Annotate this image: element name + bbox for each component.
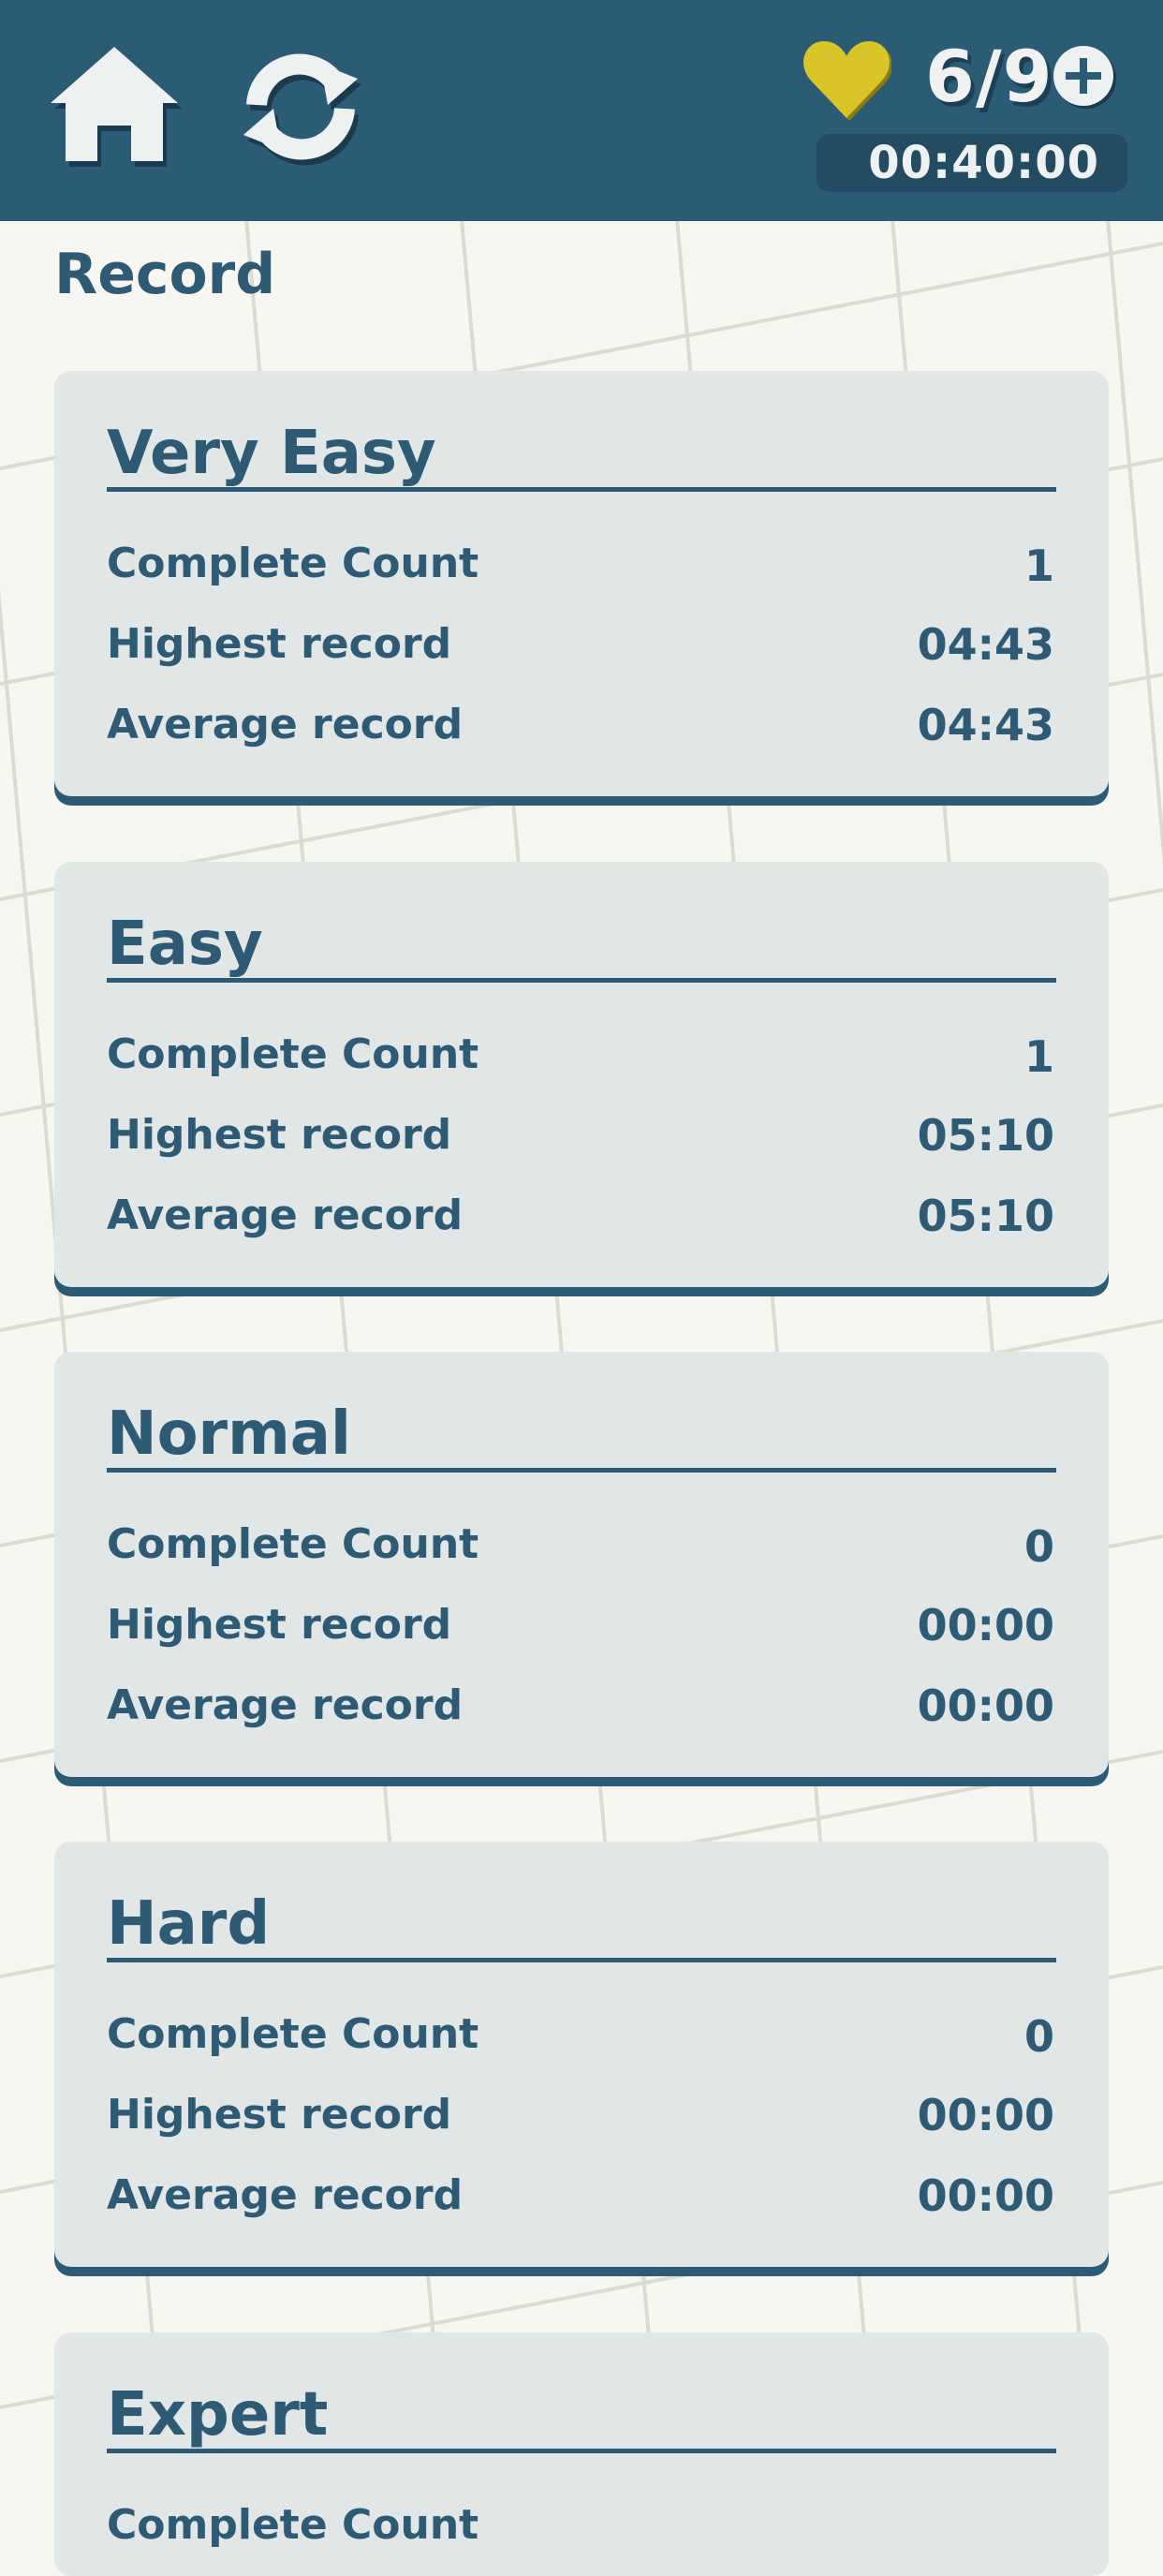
stat-label: Complete Count: [107, 1030, 479, 1078]
home-icon: [51, 47, 182, 167]
timer-text: 00:40:00: [868, 137, 1099, 189]
refresh-icon: [243, 53, 361, 166]
stat-label: Average record: [107, 701, 464, 748]
record-card-normal: Normal Complete Count 0 Highest record 0…: [54, 1352, 1109, 1777]
card-divider: [107, 978, 1056, 983]
stat-value: 00:00: [917, 2170, 1054, 2221]
stat-label: Complete Count: [107, 2501, 479, 2549]
stat-label: Highest record: [107, 620, 452, 668]
stat-value: 04:43: [917, 619, 1054, 670]
add-lives-icon[interactable]: [1051, 43, 1118, 111]
stat-label: Highest record: [107, 2091, 452, 2139]
card-divider: [107, 1958, 1056, 1962]
card-title: Hard: [107, 1889, 271, 1959]
card-title: Normal: [107, 1399, 351, 1469]
record-card-expert: Expert Complete Count: [54, 2332, 1109, 2576]
record-card-hard: Hard Complete Count 0 Highest record 00:…: [54, 1842, 1109, 2267]
card-divider: [107, 1468, 1056, 1473]
card-divider: [107, 2449, 1056, 2453]
top-bar: 6/9 00:40:00: [0, 0, 1163, 221]
stat-value: 05:10: [917, 1110, 1054, 1161]
stat-value: 00:00: [917, 1680, 1054, 1731]
stat-value: 1: [1023, 540, 1054, 591]
refresh-button[interactable]: [230, 47, 371, 169]
stat-label: Complete Count: [107, 540, 479, 587]
stat-value: 04:43: [917, 700, 1054, 750]
heart-icon: [803, 41, 891, 120]
stat-label: Highest record: [107, 1601, 452, 1649]
lives-counter: 6/9: [925, 35, 1053, 118]
record-card-very-easy: Very Easy Complete Count 1 Highest recor…: [54, 371, 1109, 796]
card-title: Expert: [107, 2380, 329, 2450]
stat-label: Highest record: [107, 1111, 452, 1159]
stat-label: Complete Count: [107, 2010, 479, 2058]
card-title: Very Easy: [107, 419, 436, 488]
stat-value: 0: [1023, 2011, 1054, 2062]
stat-label: Average record: [107, 1681, 464, 1729]
stat-value: 0: [1023, 1521, 1054, 1572]
stat-label: Average record: [107, 2171, 464, 2219]
stat-value: 00:00: [917, 2090, 1054, 2140]
page-title: Record: [54, 242, 276, 307]
card-title: Easy: [107, 910, 263, 979]
card-divider: [107, 487, 1056, 492]
stat-label: Average record: [107, 1192, 464, 1239]
stat-value: 1: [1023, 1031, 1054, 1082]
home-button[interactable]: [49, 45, 184, 171]
timer-pill: 00:40:00: [817, 134, 1127, 192]
stat-value: 05:10: [917, 1191, 1054, 1241]
record-card-easy: Easy Complete Count 1 Highest record 05:…: [54, 862, 1109, 1287]
stat-label: Complete Count: [107, 1520, 479, 1568]
stat-value: 00:00: [917, 1600, 1054, 1651]
